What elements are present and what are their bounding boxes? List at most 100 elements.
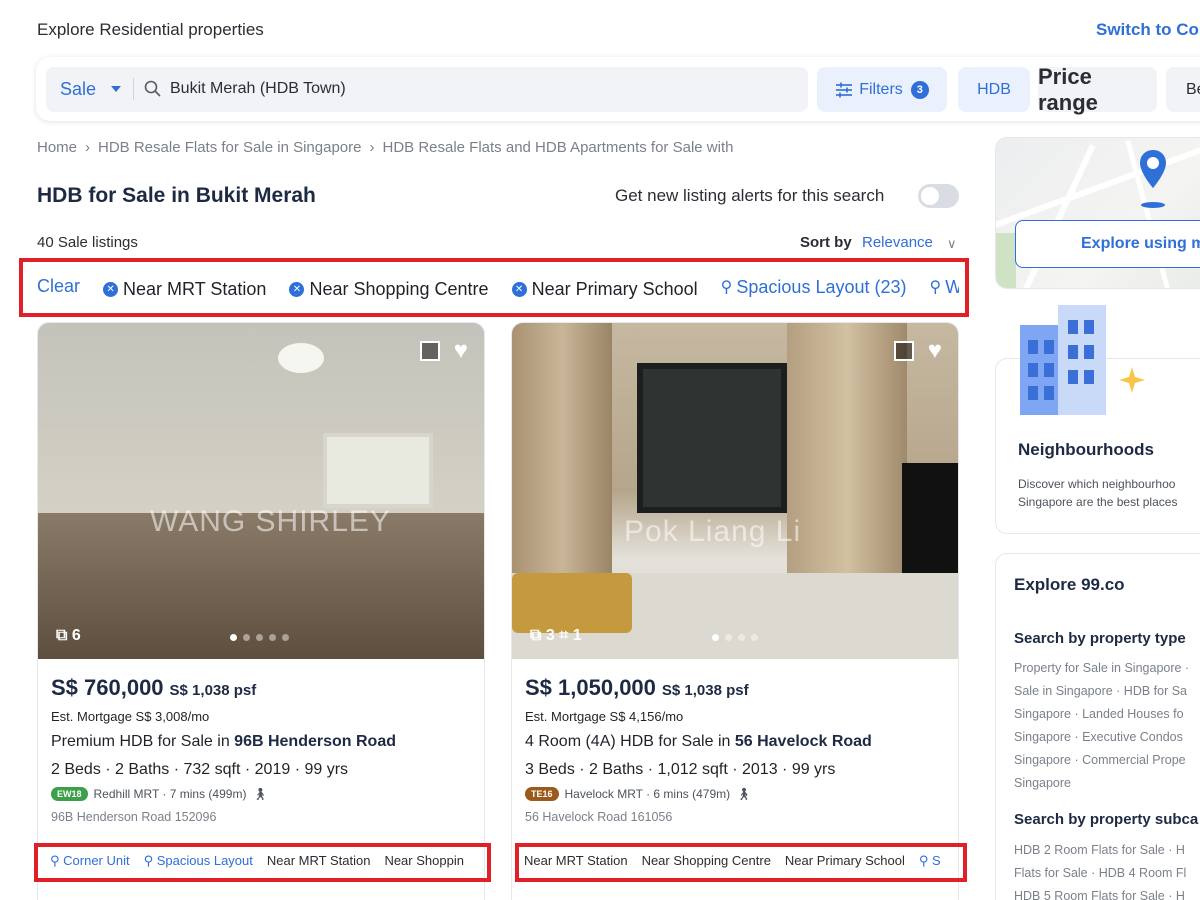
compare-checkbox[interactable]: [893, 341, 914, 361]
sort-label: Sort by: [800, 234, 852, 251]
tag-suggested[interactable]: ⚲ S: [919, 853, 941, 868]
chip-near-school[interactable]: ✕ Near Primary School: [511, 279, 698, 300]
mrt-info: TE16 Havelock MRT · 6 mins (479m) 🚶︎: [525, 787, 950, 801]
chip-label: Near MRT Station: [123, 279, 267, 299]
building-illustration-icon: [1020, 305, 1145, 415]
chevron-down-icon[interactable]: ∨: [947, 236, 957, 252]
listing-photo[interactable]: Pok Liang Li ♥ ⧉ 3 ⌗ 1: [512, 323, 958, 659]
filter-chips: Clear ✕ Near MRT Station ✕ Near Shopping C…: [37, 276, 959, 302]
mrt-info: EW18 Redhill MRT · 7 mins (499m) 🚶︎: [51, 787, 476, 801]
listing-photo[interactable]: WANG SHIRLEY ♥ ⧉ 6: [38, 323, 484, 659]
photo-watermark: Pok Liang Li: [624, 515, 802, 548]
listing-title-prefix: 4 Room (4A) HDB for Sale in: [525, 733, 735, 750]
switch-to-commercial-link[interactable]: Switch to Co: [1096, 20, 1199, 40]
tag-near-shopping: Near Shopping Centre: [641, 853, 771, 868]
chevron-right-icon: ›: [369, 139, 375, 156]
mrt-text: Havelock MRT · 6 mins (479m): [564, 787, 731, 801]
breadcrumb-current: HDB Resale Flats and HDB Apartments for …: [382, 139, 734, 156]
sort-dropdown[interactable]: Relevance: [862, 234, 933, 251]
photo-count-value: 3: [545, 627, 555, 644]
heart-icon[interactable]: ♥: [928, 339, 942, 363]
page-title: HDB for Sale in Bukit Merah: [37, 184, 316, 207]
listing-alert-label: Get new listing alerts for this search: [615, 186, 885, 205]
listing-title[interactable]: 4 Room (4A) HDB for Sale in 56 Havelock …: [525, 733, 950, 751]
listing-specs: 2 Beds · 2 Baths · 732 sqft · 2019 · 99 …: [51, 761, 349, 778]
walking-icon: 🚶︎: [252, 787, 268, 801]
price-range-button[interactable]: Price range: [1038, 64, 1157, 115]
breadcrumb: Home › HDB Resale Flats for Sale in Singap…: [37, 139, 733, 156]
neighbourhoods-description: Discover which neighbourhoo Singapore ar…: [1018, 477, 1178, 509]
property-subcategory-links[interactable]: HDB 2 Room Flats for Sale · H Flats for …: [1014, 839, 1200, 900]
sale-mode-dropdown[interactable]: Sale: [60, 79, 96, 100]
chip-label: We: [945, 276, 959, 297]
listing-title-address: 96B Henderson Road: [234, 733, 396, 750]
walking-icon: 🚶︎: [736, 787, 752, 801]
tag-near-school: Near Primary School: [784, 853, 905, 868]
explore-residential-label: Explore Residential properties: [37, 20, 264, 39]
filter-sliders-icon: [836, 82, 853, 97]
hdb-filter-button[interactable]: HDB: [958, 67, 1030, 112]
listing-title[interactable]: Premium HDB for Sale in 96B Henderson Ro…: [51, 733, 476, 751]
photo-watermark: WANG SHIRLEY: [150, 505, 391, 538]
mrt-text: Redhill MRT · 7 mins (499m): [93, 787, 247, 801]
tag-corner-unit[interactable]: ⚲ Corner Unit: [50, 853, 130, 868]
listing-card[interactable]: Pok Liang Li ♥ ⧉ 3 ⌗ 1 S$ 1,050,000 S$ 1,…: [511, 322, 959, 900]
toggle-knob: [921, 187, 939, 205]
beds-button[interactable]: Be: [1166, 67, 1200, 112]
mrt-line-badge: TE16: [525, 787, 559, 801]
chip-spacious-layout[interactable]: ⚲ Spacious Layout (23): [721, 277, 907, 298]
photo-count: ⧉ 6: [56, 627, 81, 645]
listing-tags: ⚲ Corner Unit ⚲ Spacious Layout Near MRT S…: [50, 853, 486, 871]
remove-icon[interactable]: ✕: [511, 282, 527, 297]
chevron-down-icon[interactable]: [111, 86, 121, 92]
listing-psf: S$ 1,038 psf: [169, 682, 257, 699]
chip-near-mrt[interactable]: ✕ Near MRT Station: [103, 279, 266, 300]
chip-label: Near Primary School: [531, 279, 698, 299]
explore-map-button[interactable]: Explore using m: [1015, 220, 1200, 268]
mortgage-estimate: Est. Mortgage S$ 4,156/mo: [525, 709, 684, 724]
photo-pagination: [230, 634, 289, 641]
chip-suggested[interactable]: ⚲We: [930, 277, 959, 298]
floorplan-icon: ⌗: [559, 627, 569, 644]
filters-count-badge: 3: [910, 80, 929, 99]
listing-title-prefix: Premium HDB for Sale in: [51, 733, 235, 750]
mrt-line-badge: EW18: [51, 787, 88, 801]
chevron-right-icon: ›: [85, 139, 91, 156]
search-icon: ⚲: [929, 279, 942, 296]
remove-icon[interactable]: ✕: [289, 282, 305, 297]
breadcrumb-home[interactable]: Home: [37, 139, 77, 156]
tag-near-shopping: Near Shoppin: [384, 853, 464, 868]
listing-address: 56 Havelock Road 161056: [525, 810, 673, 824]
property-type-links[interactable]: Property for Sale in Singapore · Sale in…: [1014, 657, 1200, 795]
divider: [133, 78, 134, 100]
chip-label: Spacious Layout (23): [736, 276, 907, 297]
tag-near-mrt: Near MRT Station: [524, 853, 628, 868]
map-pin-icon: [1140, 150, 1166, 208]
listing-alert-toggle[interactable]: [918, 184, 959, 208]
listing-card[interactable]: WANG SHIRLEY ♥ ⧉ 6 S$ 760,000 S$ 1,038 ps…: [37, 322, 485, 900]
compare-checkbox[interactable]: [419, 341, 440, 361]
explore-99co-title: Explore 99.co: [1014, 575, 1125, 594]
camera-icon: ⧉: [56, 627, 68, 644]
listing-count: 40 Sale listings: [37, 234, 138, 251]
listing-address: 96B Henderson Road 152096: [51, 810, 217, 824]
listing-price: S$ 760,000: [51, 675, 164, 700]
filters-button[interactable]: Filters 3: [817, 67, 947, 112]
search-input[interactable]: Bukit Merah (HDB Town): [170, 80, 346, 98]
photo-pagination: [712, 634, 758, 641]
photo-count: ⧉ 3 ⌗ 1: [530, 627, 582, 645]
chip-near-shopping[interactable]: ✕ Near Shopping Centre: [289, 279, 489, 300]
property-subcategory-heading: Search by property subca: [1014, 811, 1199, 828]
remove-icon[interactable]: ✕: [103, 282, 119, 297]
listing-tags: Near MRT Station Near Shopping Centre Near…: [524, 853, 959, 871]
heart-icon[interactable]: ♥: [454, 339, 468, 363]
camera-icon: ⧉: [530, 627, 542, 644]
floorplan-count-value: 1: [572, 627, 582, 644]
photo-count-value: 6: [71, 627, 81, 644]
listing-psf: S$ 1,038 psf: [661, 682, 749, 699]
property-type-heading: Search by property type: [1014, 630, 1186, 647]
breadcrumb-hdb-resale[interactable]: HDB Resale Flats for Sale in Singapore: [98, 139, 361, 156]
clear-filters-button[interactable]: Clear: [37, 276, 80, 297]
search-icon: ⚲: [720, 279, 733, 296]
tag-spacious-layout[interactable]: ⚲ Spacious Layout: [144, 853, 253, 868]
